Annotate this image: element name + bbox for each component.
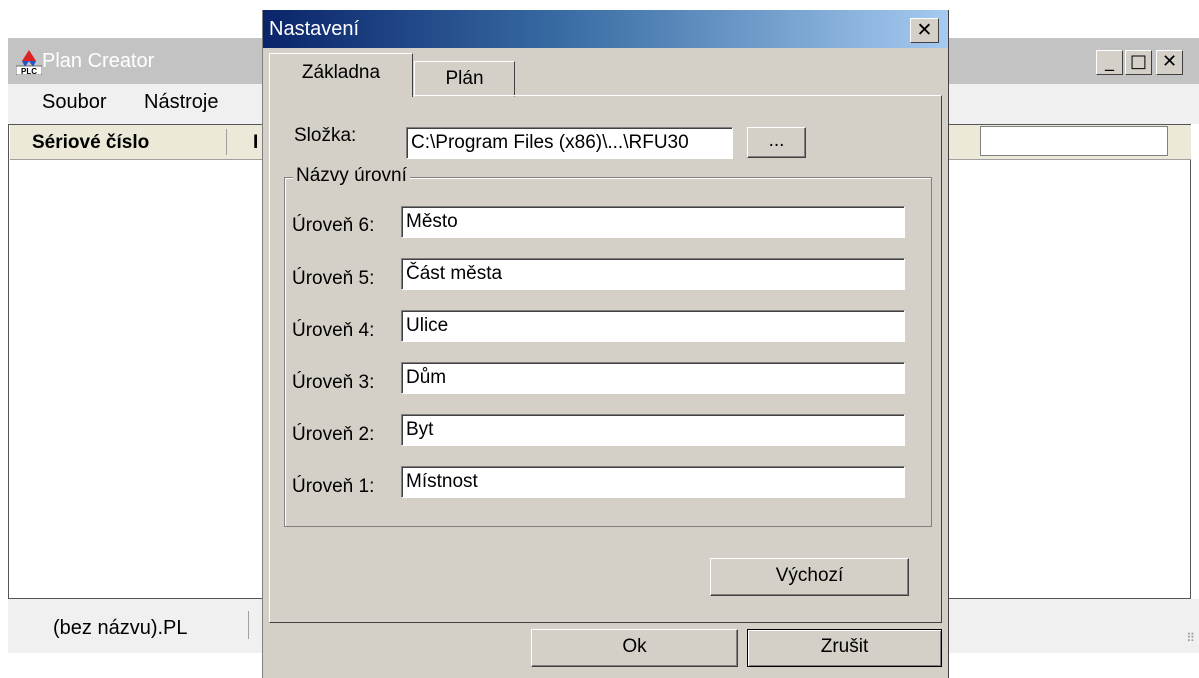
level-6-input[interactable]: Město [401,206,905,238]
column-divider[interactable] [226,129,227,155]
level-4-input[interactable]: Ulice [401,310,905,342]
status-divider [248,611,249,639]
level-3-label: Úroveň 3: [292,372,375,393]
level-names-group-title: Názvy úrovní [293,165,410,187]
close-button[interactable]: ✕ [1156,50,1183,75]
folder-label: Složka: [294,125,357,146]
maximize-button[interactable]: □ [1125,50,1152,75]
column-header-second[interactable]: I [253,132,258,154]
ok-button[interactable]: Ok [531,629,738,667]
dialog-close-button[interactable]: ✕ [910,18,939,43]
level-2-label: Úroveň 2: [292,424,375,445]
tab-plan[interactable]: Plán [414,61,515,97]
level-3-input[interactable]: Dům [401,362,905,394]
menu-soubor[interactable]: Soubor [42,91,107,114]
column-header-serial[interactable]: Sériové číslo [32,132,149,154]
resize-grip-icon[interactable]: ⠿ [1186,631,1195,645]
app-logo-icon: PLC [16,50,42,75]
level-2-input[interactable]: Byt [401,414,905,446]
tab-zakladna[interactable]: Základna [269,53,413,97]
menu-nastroje[interactable]: Nástroje [144,91,218,114]
default-button[interactable]: Výchozí [710,558,909,596]
svg-text:PLC: PLC [21,67,37,75]
dialog-title-bar[interactable]: Nastavení ✕ [263,10,948,48]
browse-button[interactable]: ... [747,127,806,158]
main-window-title: Plan Creator [42,50,155,72]
level-1-input[interactable]: Místnost [401,466,905,498]
status-filename: (bez názvu).PL [53,617,188,639]
cancel-button[interactable]: Zrušit [747,629,942,667]
minimize-button[interactable]: _ [1096,50,1123,75]
dialog-title: Nastavení [269,18,360,40]
level-5-input[interactable]: Část města [401,258,905,290]
folder-path-field[interactable]: C:\Program Files (x86)\...\RFU30 [406,127,733,159]
level-4-label: Úroveň 4: [292,320,375,341]
filter-input[interactable] [980,126,1168,156]
level-6-label: Úroveň 6: [292,215,375,236]
level-5-label: Úroveň 5: [292,268,375,289]
level-1-label: Úroveň 1: [292,476,375,497]
